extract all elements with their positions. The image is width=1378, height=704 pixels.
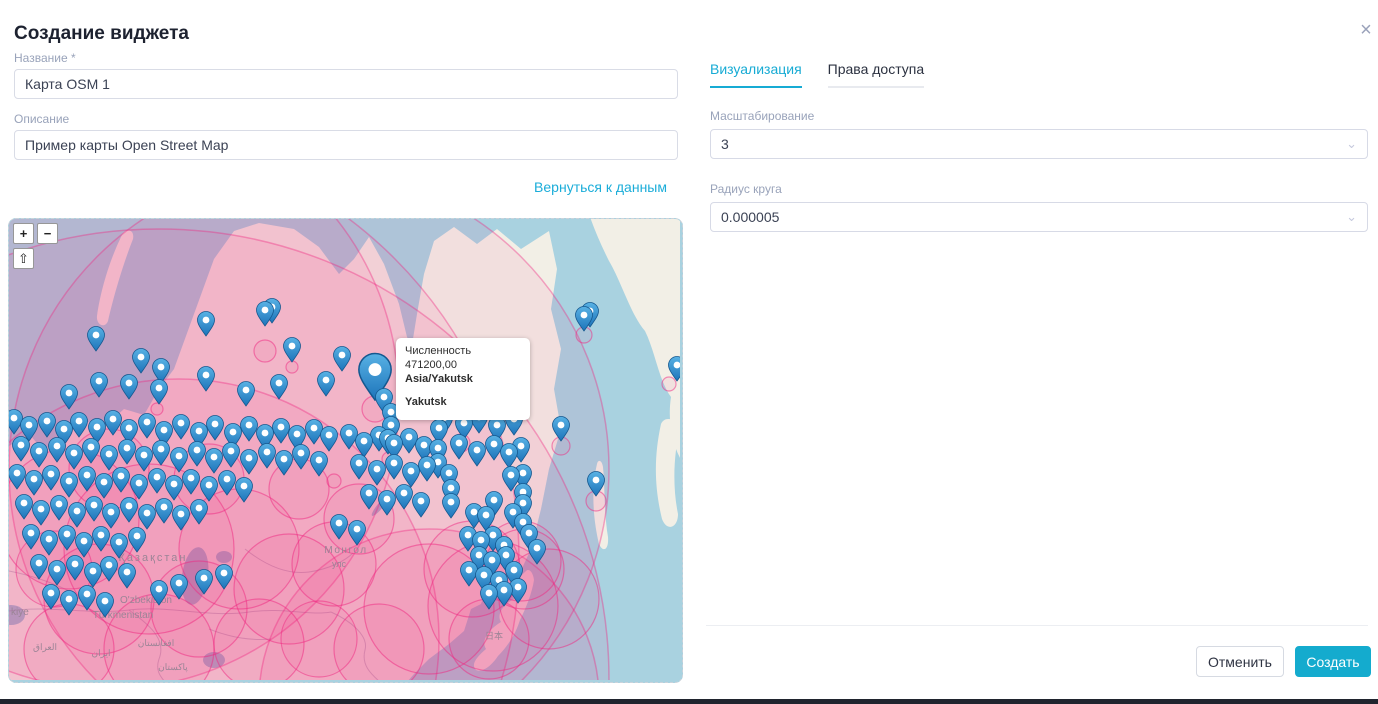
svg-text:日本: 日本 <box>485 630 503 641</box>
map-zoom-in-button[interactable]: + <box>13 223 34 244</box>
create-button[interactable]: Создать <box>1295 646 1371 677</box>
cancel-button[interactable]: Отменить <box>1196 646 1284 677</box>
tooltip-population: Численность 471200,00 <box>405 345 521 373</box>
svg-text:ایران: ایران <box>91 648 110 659</box>
tooltip-timezone: Asia/Yakutsk <box>405 373 521 387</box>
osm-map-svg[interactable]: ҚазақстанO'zbekistonTürkmenistanМонголул… <box>9 219 680 680</box>
tab-access-rights[interactable]: Права доступа <box>828 61 924 88</box>
close-icon: × <box>1360 19 1372 41</box>
close-button[interactable]: × <box>1352 16 1378 44</box>
tooltip-city: Yakutsk <box>405 396 521 410</box>
bottom-edge-bar <box>0 699 1378 704</box>
modal-title: Создание виджета <box>14 23 189 45</box>
tab-bar: Визуализация Права доступа <box>710 61 924 88</box>
svg-text:افغانستان: افغانستان <box>138 638 175 648</box>
svg-text:Монгол: Монгол <box>324 545 367 556</box>
chevron-down-icon: ⌄ <box>1346 203 1357 231</box>
description-label: Описание <box>14 112 69 126</box>
map-tooltip: Численность 471200,00 Asia/Yakutsk Yakut… <box>396 338 530 420</box>
map-container: ҚазақстанO'zbekistonTürkmenistanМонголул… <box>8 218 683 683</box>
scaling-select[interactable]: 3 ⌄ <box>710 129 1368 159</box>
svg-text:улс: улс <box>332 559 347 569</box>
circle-radius-value: 0.000005 <box>721 209 779 225</box>
name-input[interactable] <box>14 69 678 99</box>
footer-divider <box>706 625 1368 626</box>
map-zoom-out-button[interactable]: − <box>37 223 58 244</box>
circle-radius-label: Радиус круга <box>710 182 782 196</box>
circle-radius-select[interactable]: 0.000005 ⌄ <box>710 202 1368 232</box>
tab-visualization[interactable]: Визуализация <box>710 61 802 88</box>
chevron-down-icon: ⌄ <box>1346 130 1357 158</box>
svg-text:پاکستان: پاکستان <box>158 662 188 673</box>
svg-text:العراق: العراق <box>33 642 57 653</box>
svg-text:kiye: kiye <box>11 607 29 618</box>
name-label: Название * <box>14 51 76 65</box>
description-input[interactable] <box>14 130 678 160</box>
scaling-value: 3 <box>721 136 729 152</box>
create-widget-modal: Создание виджета × Название * Описание В… <box>0 0 1378 704</box>
back-to-data-link[interactable]: Вернуться к данным <box>14 179 667 195</box>
scaling-label: Масштабирование <box>710 109 814 123</box>
map-fullscreen-button[interactable]: ⇧ <box>13 248 34 269</box>
svg-text:Қазақстан: Қазақстан <box>119 552 188 564</box>
